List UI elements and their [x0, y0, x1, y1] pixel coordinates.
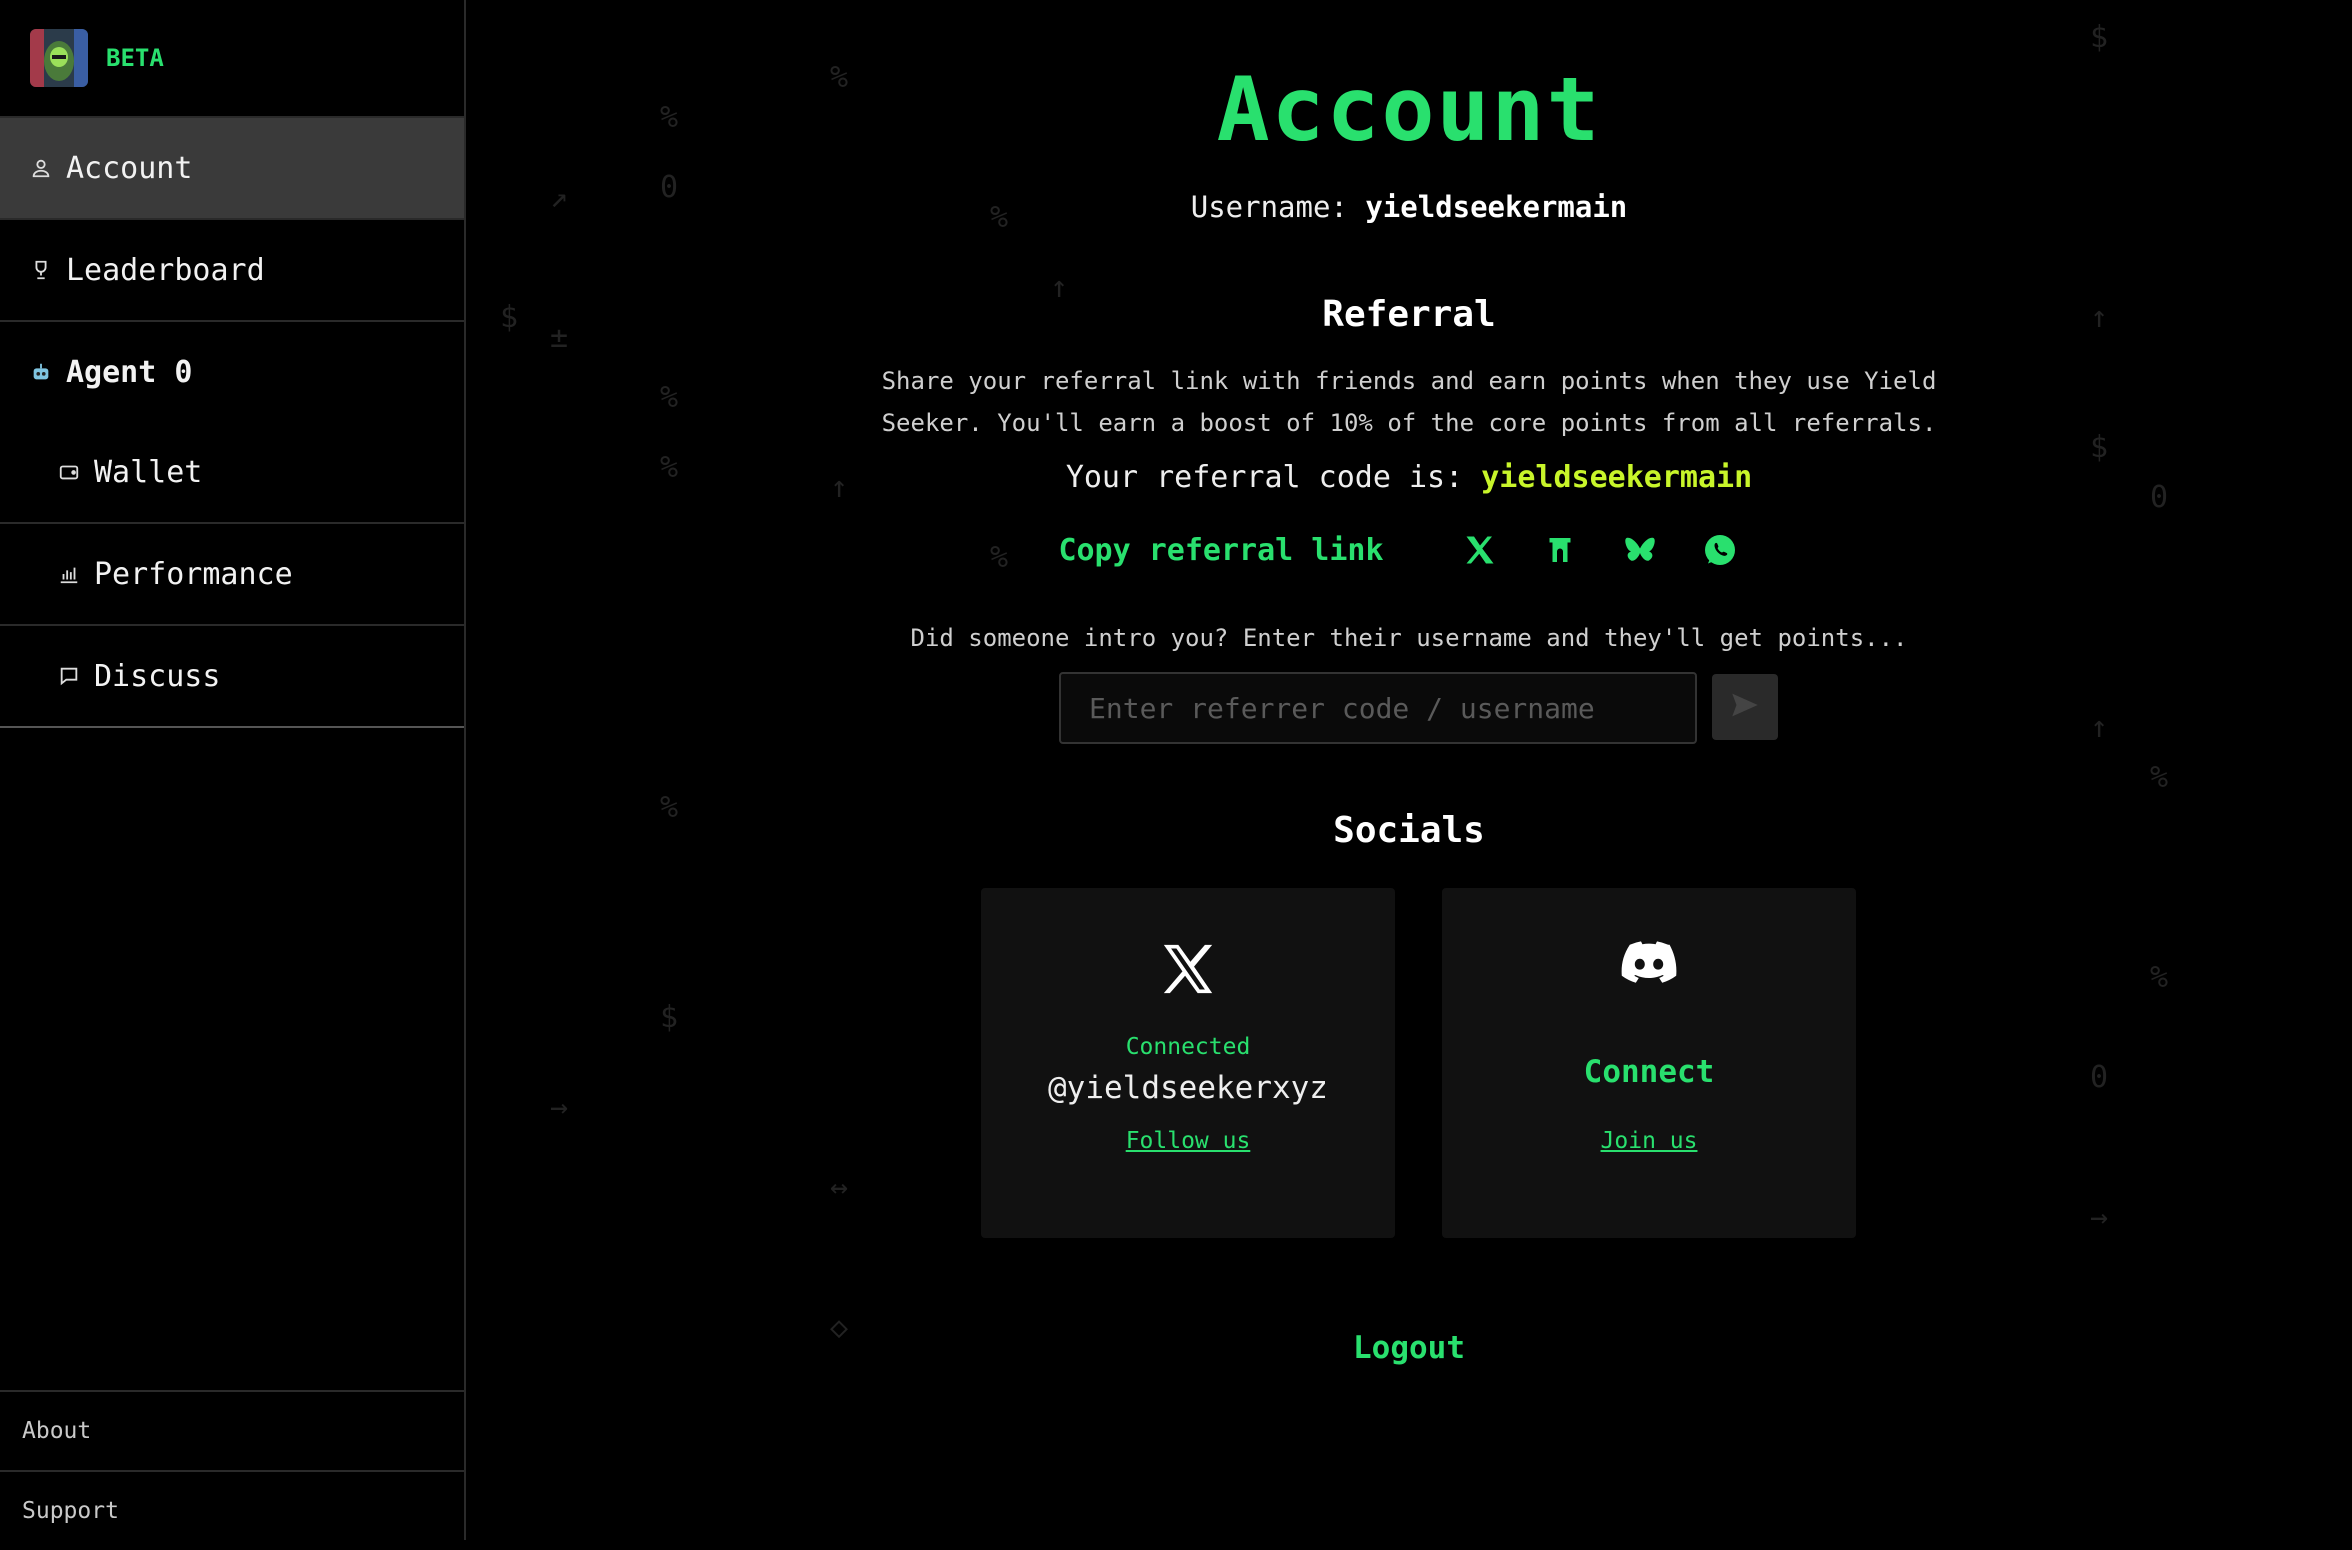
support-label: Support [22, 1498, 119, 1524]
follow-us-link[interactable]: Follow us [981, 1128, 1395, 1154]
sidebar-item-label: Agent 0 [66, 354, 193, 390]
bluesky-icon[interactable] [1620, 530, 1660, 570]
socials-heading: Socials [1333, 810, 1485, 851]
logout-button[interactable]: Logout [466, 1330, 2352, 1366]
sidebar-item-label: Leaderboard [66, 252, 265, 288]
wallet-icon [58, 461, 80, 483]
submit-referrer-button[interactable] [1712, 674, 1778, 740]
whatsapp-icon[interactable] [1700, 530, 1740, 570]
sidebar-item-performance[interactable]: Performance [0, 524, 464, 626]
x-icon[interactable] [1460, 530, 1500, 570]
username-prefix: Username: [1190, 190, 1348, 224]
sidebar-item-wallet[interactable]: Wallet [0, 422, 464, 524]
chat-icon [58, 665, 80, 687]
sidebar-item-account[interactable]: Account [0, 118, 464, 220]
sidebar-item-discuss[interactable]: Discuss [0, 626, 464, 728]
discord-connect-button[interactable]: Connect [1442, 1054, 1856, 1090]
x-connection-status: Connected [1125, 1034, 1251, 1060]
farcaster-icon[interactable] [1540, 530, 1580, 570]
share-row: Copy referral link [466, 530, 2352, 570]
trophy-icon [30, 259, 52, 281]
sidebar-item-leaderboard[interactable]: Leaderboard [0, 220, 464, 322]
referral-code-prefix: Your referral code is: [1065, 460, 1464, 495]
send-icon [1728, 688, 1762, 726]
sidebar-item-label: Wallet [94, 454, 203, 490]
bar-chart-icon [58, 563, 80, 585]
sidebar-item-label: Discuss [94, 658, 221, 694]
beta-badge: BETA [106, 44, 164, 72]
referral-description: Share your referral link with friends an… [881, 367, 1937, 437]
discord-social-card: Connect Join us [1442, 888, 1856, 1238]
user-icon [30, 157, 52, 179]
referral-code-line: Your referral code is: yieldseekermain [466, 460, 2352, 495]
page-title: Account [1216, 58, 1602, 161]
about-label: About [22, 1418, 92, 1444]
x-social-card: Connected @yieldseekerxyz Follow us [981, 888, 1395, 1238]
intro-text: Did someone intro you? Enter their usern… [910, 624, 1908, 652]
x-handle: @yieldseekerxyz [1048, 1070, 1328, 1106]
robot-icon [30, 361, 52, 383]
x-logo-icon [981, 940, 1395, 998]
main-content: Account Username: yieldseekermain Referr… [466, 0, 2352, 1540]
sidebar-item-label: Performance [94, 556, 293, 592]
brand: BETA [0, 0, 464, 118]
username-value: yieldseekermain [1365, 190, 1628, 224]
referral-heading: Referral [1322, 294, 1496, 335]
discord-logo-icon [1442, 940, 1856, 986]
sidebar: BETA Account Leaderboard Agent 0 Wallet … [0, 0, 466, 1540]
join-us-link[interactable]: Join us [1442, 1128, 1856, 1154]
sidebar-item-label: Account [66, 150, 193, 186]
about-link[interactable]: About [0, 1390, 464, 1470]
sidebar-item-agent[interactable]: Agent 0 [0, 322, 464, 422]
copy-referral-link-button[interactable]: Copy referral link [1058, 533, 1383, 568]
support-link[interactable]: Support [0, 1470, 464, 1550]
avatar[interactable] [30, 29, 88, 87]
referrer-code-input[interactable] [1059, 672, 1697, 744]
username-line: Username: yieldseekermain [466, 190, 2352, 224]
referral-code: yieldseekermain [1481, 460, 1753, 495]
